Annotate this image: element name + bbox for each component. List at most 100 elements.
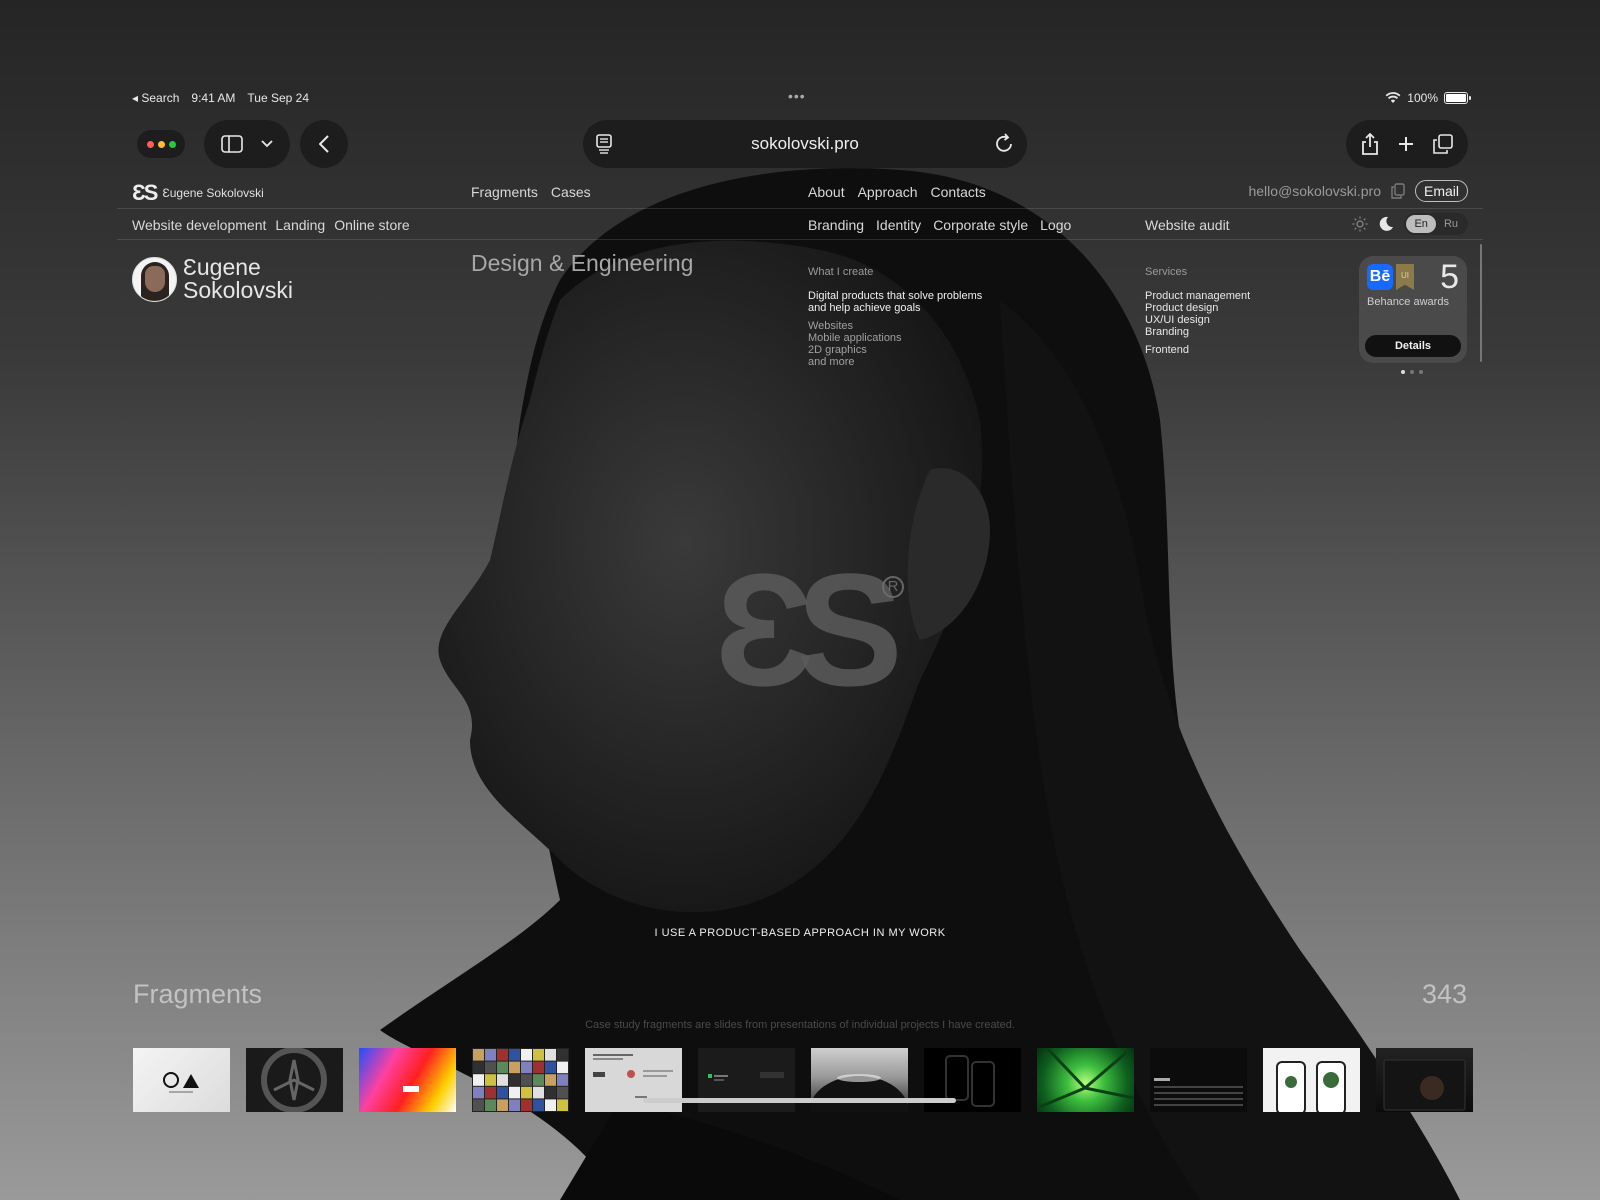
create-lead-line-1: Digital products that solve problems: [808, 290, 983, 302]
ui-badge-icon: UI: [1396, 264, 1414, 290]
fragment-thumbnail[interactable]: [1263, 1048, 1360, 1112]
fragments-title[interactable]: Fragments: [133, 979, 262, 1010]
sidebar-icon[interactable]: [221, 135, 243, 153]
fragment-thumbnail[interactable]: [472, 1048, 569, 1112]
nav-link-contacts[interactable]: Contacts: [931, 184, 986, 200]
vertical-scrollbar[interactable]: [1480, 244, 1482, 362]
logo-mark: ƐS: [132, 180, 159, 205]
contact-group: hello@sokolovski.pro Email: [1248, 180, 1468, 202]
browser-actions: [1346, 120, 1468, 168]
browser-toolbar: sokolovski.pro: [132, 120, 1468, 168]
center-logo-mark: ƐS: [714, 540, 903, 719]
fragment-thumbnail[interactable]: [1150, 1048, 1247, 1112]
status-time: 9:41 AM: [191, 91, 236, 105]
fragment-thumbnail[interactable]: [246, 1048, 343, 1112]
carousel-dot[interactable]: [1401, 370, 1405, 374]
subnav-identity[interactable]: Identity: [876, 217, 921, 233]
behance-awards-card: Bē UI 5 Behance awards Details: [1359, 256, 1467, 363]
subnav-landing[interactable]: Landing: [275, 217, 325, 233]
create-item: Websites: [808, 320, 854, 332]
create-item: Mobile applications: [808, 332, 902, 344]
service-item[interactable]: Branding: [1145, 326, 1250, 338]
share-icon[interactable]: [1361, 133, 1379, 155]
tagline: Design & Engineering: [471, 250, 694, 276]
create-heading: What I create: [808, 266, 874, 278]
tab-reader-icon[interactable]: [595, 134, 613, 154]
details-button[interactable]: Details: [1365, 335, 1461, 357]
approach-statement: I USE A PRODUCT-BASED APPROACH IN MY WOR…: [654, 927, 946, 939]
wifi-icon: [1385, 92, 1401, 103]
fragment-thumbnail[interactable]: [1037, 1048, 1134, 1112]
awards-label: Behance awards: [1367, 296, 1449, 308]
moon-icon[interactable]: [1378, 216, 1394, 232]
avatar: [132, 256, 177, 302]
zoom-window-dot[interactable]: [168, 140, 176, 148]
create-lead-line-2: and help achieve goals: [808, 302, 921, 314]
language-switch[interactable]: En Ru: [1404, 213, 1468, 235]
carousel-dot[interactable]: [1419, 370, 1423, 374]
back-button[interactable]: [300, 120, 348, 168]
nav-link-fragments[interactable]: Fragments: [471, 184, 538, 200]
behance-logo-icon: Bē: [1367, 264, 1393, 290]
close-window-dot[interactable]: [146, 140, 154, 148]
multitasking-dots[interactable]: •••: [788, 88, 806, 104]
fragments-count: 343: [1421, 979, 1467, 1009]
subnav-branding[interactable]: Branding: [808, 217, 864, 233]
lang-ru[interactable]: Ru: [1436, 215, 1466, 233]
plus-icon[interactable]: [1397, 135, 1415, 153]
services-list: Product management Product design UX/UI …: [1145, 290, 1250, 338]
email-address[interactable]: hello@sokolovski.pro: [1248, 183, 1381, 199]
create-item: 2D graphics: [808, 344, 867, 356]
subnav-online-store[interactable]: Online store: [334, 217, 409, 233]
fragments-description: Case study fragments are slides from pre…: [585, 1019, 1015, 1031]
window-controls[interactable]: [132, 120, 190, 168]
nav-primary-right: About Approach Contacts: [808, 184, 986, 200]
fragment-thumbnail[interactable]: [359, 1048, 456, 1112]
sun-icon[interactable]: [1352, 216, 1368, 232]
subnav-corporate-style[interactable]: Corporate style: [933, 217, 1028, 233]
subnav-logo[interactable]: Logo: [1040, 217, 1071, 233]
tabs-icon[interactable]: [1433, 134, 1453, 154]
carousel-dots[interactable]: [1401, 370, 1423, 374]
nav-link-about[interactable]: About: [808, 184, 845, 200]
site-subnav: Website development Landing Online store…: [117, 209, 1483, 240]
address-bar[interactable]: sokolovski.pro: [583, 120, 1027, 168]
back-to-app[interactable]: ◂ Search: [132, 91, 179, 105]
minimize-window-dot[interactable]: [157, 140, 165, 148]
subnav-group-web: Website development Landing Online store: [132, 217, 410, 233]
lang-en[interactable]: En: [1406, 215, 1436, 233]
service-item[interactable]: UX/UI design: [1145, 314, 1250, 326]
subnav-website-audit[interactable]: Website audit: [1145, 217, 1230, 233]
email-button[interactable]: Email: [1414, 180, 1468, 202]
status-bar: ◂ Search 9:41 AM Tue Sep 24 ••• 100%: [132, 88, 1471, 109]
author-block: Ɛugene Sokolovski: [132, 256, 293, 302]
author-name-line-1: Ɛugene: [183, 254, 261, 280]
subnav-website-development[interactable]: Website development: [132, 217, 266, 233]
nav-link-cases[interactable]: Cases: [551, 184, 591, 200]
service-item-frontend[interactable]: Frontend: [1145, 344, 1250, 356]
nav-link-approach[interactable]: Approach: [858, 184, 918, 200]
reload-icon[interactable]: [995, 132, 1015, 154]
fragment-thumbnail[interactable]: [133, 1048, 230, 1112]
services-column: Services Product management Product desi…: [1145, 266, 1250, 356]
fragment-thumbnail[interactable]: [1376, 1048, 1473, 1112]
horizontal-scrollbar[interactable]: [643, 1098, 956, 1103]
site-logo[interactable]: ƐS Ɛugene Sokolovski: [132, 180, 264, 206]
chevron-down-icon[interactable]: [261, 140, 273, 148]
carousel-dot[interactable]: [1410, 370, 1414, 374]
author-name-line-2: Sokolovski: [183, 277, 293, 303]
service-item[interactable]: Product design: [1145, 302, 1250, 314]
what-i-create-column: What I create Digital products that solv…: [808, 266, 982, 368]
battery-icon: [1444, 92, 1471, 104]
site-header: ƐS Ɛugene Sokolovski Fragments Cases Abo…: [117, 178, 1483, 209]
nav-primary-left: Fragments Cases: [471, 184, 591, 200]
copy-icon[interactable]: [1391, 183, 1405, 199]
url-text: sokolovski.pro: [751, 134, 859, 153]
create-lead: Digital products that solve problems and…: [808, 290, 982, 314]
services-heading: Services: [1145, 266, 1188, 278]
preferences-group: En Ru: [1352, 213, 1468, 235]
service-item[interactable]: Product management: [1145, 290, 1250, 302]
sidebar-toggle-group: [204, 120, 290, 168]
awards-count: 5: [1440, 258, 1459, 296]
registered-mark: R: [882, 576, 904, 598]
